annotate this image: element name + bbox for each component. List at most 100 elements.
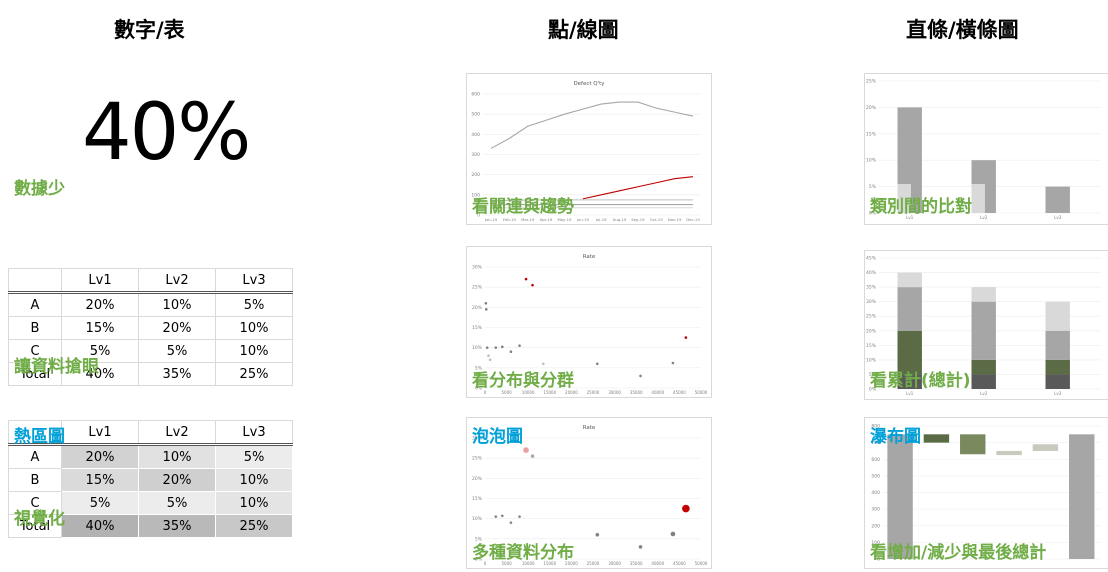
scatter-point	[484, 302, 488, 305]
waterfall-bar	[1032, 444, 1059, 451]
bubble	[595, 532, 600, 538]
table-cell: 40%	[61, 514, 139, 538]
bubble	[522, 446, 530, 454]
stacked-segment	[971, 287, 996, 302]
x-tick-label: May-19	[557, 217, 572, 222]
table-cell: 10%	[138, 444, 216, 469]
caption-scatter: 看分布與分群	[472, 371, 574, 391]
scatter-point	[500, 345, 504, 349]
scatter-point	[487, 354, 490, 358]
x-tick-label: Jul-19	[595, 217, 607, 222]
table-cell: 15%	[61, 468, 139, 492]
table-row: A 20% 10% 5%	[8, 444, 293, 469]
scatter-point	[485, 346, 489, 349]
caption-bubble-title: 泡泡圖	[472, 427, 523, 447]
y-tick-label: 15%	[472, 325, 483, 331]
bubble	[681, 504, 691, 513]
y-tick-label: 30%	[866, 299, 877, 305]
scatter-point	[639, 374, 642, 378]
table-row: B 15% 20% 10%	[8, 316, 293, 340]
table-cell: 35%	[138, 514, 216, 538]
y-tick-label: 200	[471, 172, 480, 178]
row-label: B	[8, 468, 62, 492]
y-tick-label: 10%	[866, 158, 877, 164]
caption-bar: 類別間的比對	[870, 197, 972, 217]
bar	[1045, 186, 1070, 213]
table-cell: 10%	[215, 339, 293, 363]
table-cell: 10%	[215, 316, 293, 340]
y-tick-label: 10%	[472, 345, 483, 351]
x-tick-label: 35000	[630, 561, 643, 566]
y-tick-label: 500	[871, 473, 880, 479]
table-cell: 20%	[138, 316, 216, 340]
x-tick-label: 35000	[630, 390, 643, 395]
bubble	[500, 514, 504, 518]
y-tick-label: 25%	[866, 79, 877, 85]
table-header: Lv1	[61, 420, 139, 446]
stacked-segment	[971, 374, 996, 389]
x-tick-label: 50000	[695, 390, 708, 395]
y-tick-label: 20%	[866, 105, 877, 111]
waterfall-bar	[996, 450, 1022, 456]
stacked-segment	[971, 359, 996, 375]
table-cell: 10%	[215, 468, 293, 492]
waterfall-bar	[960, 434, 986, 455]
x-tick-label: Lv3	[1054, 391, 1062, 396]
scatter-point	[484, 308, 488, 311]
y-tick-label: 300	[871, 507, 880, 513]
column-title-numbers: 數字/表	[114, 18, 185, 42]
table-header: Lv1	[61, 268, 139, 294]
chart-title: Rate	[583, 254, 596, 260]
row-label: A	[8, 292, 62, 317]
chart-title: Defect Q'ty	[573, 81, 605, 87]
table-row: A 20% 10% 5%	[8, 292, 293, 317]
y-tick-label: 10%	[866, 357, 877, 363]
table-cell: 5%	[215, 292, 293, 317]
table-header: Lv2	[138, 268, 216, 294]
caption-table: 讓資料搶眼	[14, 357, 99, 377]
table-cell: 10%	[215, 491, 293, 515]
stacked-segment	[1045, 359, 1070, 375]
y-tick-label: 15%	[866, 131, 877, 137]
table-cell: 5%	[215, 444, 293, 469]
x-tick-label: Lv1	[906, 391, 914, 396]
y-tick-label: 35%	[866, 285, 877, 291]
series-line	[582, 176, 694, 200]
y-tick-label: 300	[471, 152, 480, 158]
scatter-point	[509, 350, 513, 353]
scatter-point	[531, 283, 534, 287]
waterfall-bar	[1069, 434, 1095, 559]
x-tick-label: Lv2	[980, 391, 988, 396]
x-tick-label: 45000	[673, 390, 686, 395]
table-cell: 5%	[61, 491, 139, 515]
table-cell: 20%	[61, 444, 139, 469]
stacked-segment	[897, 272, 922, 288]
x-tick-label: 40000	[651, 561, 664, 566]
table-cell: 10%	[138, 292, 216, 317]
stacked-segment	[1045, 374, 1070, 389]
y-tick-label: 400	[871, 490, 880, 496]
y-tick-label: 30%	[472, 265, 483, 271]
caption-few-data: 數據少	[14, 179, 65, 199]
scatter-point	[542, 362, 545, 366]
x-tick-label: Apr-19	[540, 217, 553, 222]
table-row: B 15% 20% 10%	[8, 468, 293, 492]
y-tick-label: 40%	[866, 270, 877, 276]
y-tick-label: 25%	[866, 314, 877, 320]
y-tick-label: 20%	[472, 305, 483, 311]
scatter-point	[518, 344, 521, 347]
stacked-segment	[1045, 301, 1070, 331]
x-tick-label: Oct-19	[650, 217, 663, 222]
y-tick-label: 15%	[866, 343, 877, 349]
table-header: Lv3	[215, 268, 293, 294]
table-header: Lv2	[138, 420, 216, 446]
column-title-points: 點/線圖	[548, 18, 619, 42]
x-tick-label: 30000	[608, 390, 621, 395]
x-tick-label: Nov-19	[668, 217, 682, 222]
bubble	[509, 520, 513, 525]
caption-stacked: 看累計(總計)	[870, 371, 971, 391]
bubble	[670, 531, 676, 537]
y-tick-label: 200	[871, 523, 880, 529]
scatter-point	[494, 346, 498, 349]
x-tick-label: Lv3	[1054, 215, 1062, 220]
